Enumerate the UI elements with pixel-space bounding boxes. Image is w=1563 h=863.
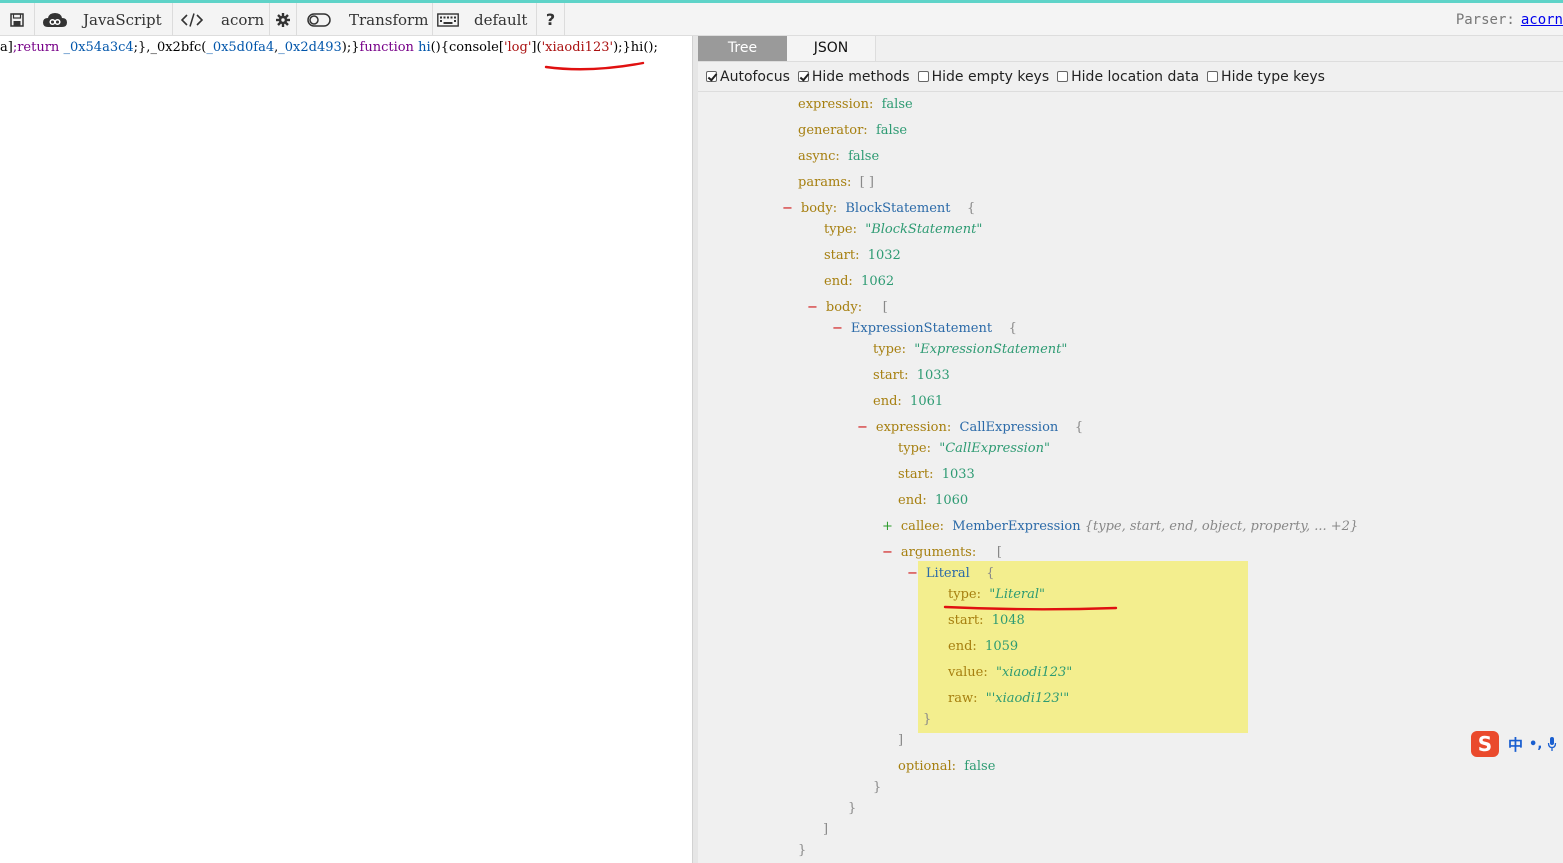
tree-row-literal-start: start: 1048 [948, 613, 1025, 628]
code-token: hi [418, 40, 431, 55]
collapse-toggle[interactable]: − [857, 420, 868, 435]
ime-toolbar[interactable]: S 中 •, [1471, 729, 1563, 759]
help-icon: ? [545, 10, 556, 29]
parser-link[interactable]: acorn [1521, 12, 1563, 28]
code-token: ]( [531, 40, 542, 55]
parser-settings-button[interactable] [270, 3, 297, 36]
save-button[interactable] [0, 3, 35, 36]
code-token: );} [341, 40, 360, 55]
tree-row-expression: expression: false [798, 97, 913, 112]
tree-close-literal: } [923, 712, 932, 727]
ime-punctuation[interactable]: •, [1529, 737, 1542, 752]
keymap-label: default [474, 10, 528, 29]
red-underline-annotation [943, 605, 1118, 611]
tree-row-generator: generator: false [798, 123, 908, 138]
microphone-icon[interactable] [1547, 736, 1557, 752]
tree-row-stmt-type: type: "ExpressionStatement" [873, 342, 1068, 357]
collapse-toggle[interactable]: − [882, 545, 893, 560]
red-underline-annotation [544, 61, 645, 71]
code-token: a] [0, 40, 13, 55]
collapse-toggle[interactable]: − [782, 201, 793, 216]
keymap-select[interactable]: default [433, 3, 537, 36]
tree-close-arguments: ] [898, 733, 904, 748]
tree-row-call-type: type: "CallExpression" [898, 441, 1050, 456]
tree-row-expression-statement[interactable]: − ExpressionStatement { [832, 320, 1017, 338]
collapse-toggle[interactable]: − [907, 566, 918, 581]
tree-row-body-array[interactable]: − body: [ [807, 299, 888, 317]
transform-label: Transform [349, 10, 429, 29]
help-button[interactable]: ? [537, 3, 565, 36]
code-token: 'xiaodi123' [541, 40, 614, 55]
code-token: ;return [12, 40, 64, 55]
parser-select[interactable]: acorn [173, 3, 270, 36]
tree-close-call: } [873, 780, 882, 795]
tree-row-call-expression[interactable]: − expression: CallExpression { [857, 419, 1083, 437]
tree-row-block-start: start: 1032 [824, 248, 901, 263]
code-token: 'log' [503, 40, 532, 55]
toolbar: JavaScript acorn Transform default ? Par… [0, 3, 1563, 36]
code-token: (){console[ [430, 40, 504, 55]
tree-row-call-end: end: 1060 [898, 493, 969, 508]
ime-language[interactable]: 中 [1508, 734, 1523, 755]
tree-row-callee[interactable]: + callee: MemberExpression {type, start, … [882, 518, 1358, 536]
code-token: _0x54a3c4 [63, 40, 134, 55]
parser-name: acorn [221, 10, 265, 29]
tree-row-async: async: false [798, 149, 880, 164]
code-token: ;}, [133, 40, 151, 55]
code-editor[interactable]: a];return _0x54a3c4;},_0x2bfc(_0x5d0fa4,… [0, 36, 692, 863]
code-icon [181, 12, 203, 27]
code-line[interactable]: a];return _0x54a3c4;},_0x2bfc(_0x5d0fa4,… [0, 40, 658, 55]
tree-row-stmt-end: end: 1061 [873, 394, 944, 409]
tree-row-literal[interactable]: − Literal { [907, 565, 995, 583]
tree-close-block: } [798, 843, 807, 858]
tree-row-stmt-start: start: 1033 [873, 368, 950, 383]
code-token: _0x2bfc( [150, 40, 207, 55]
code-token: _0x5d0fa4 [206, 40, 275, 55]
collapse-toggle[interactable]: − [832, 321, 843, 336]
tree-row-call-start: start: 1033 [898, 467, 975, 482]
tree-row-params: params: [ ] [798, 175, 874, 190]
gear-icon [276, 12, 290, 27]
ast-tree: expression: false generator: false async… [698, 36, 1563, 863]
tree-row-literal-raw: raw: "'xiaodi123'" [948, 691, 1070, 706]
keyboard-icon [437, 12, 459, 27]
tree-row-body[interactable]: − body: BlockStatement { [782, 200, 975, 218]
cloud-icon [43, 12, 67, 27]
collapse-toggle[interactable]: − [807, 300, 818, 315]
tree-close-statement: } [848, 801, 857, 816]
tree-row-optional: optional: false [898, 759, 996, 774]
expand-toggle[interactable]: + [882, 519, 893, 534]
toggle-icon [307, 12, 331, 27]
language-label: JavaScript [83, 10, 162, 29]
code-token: );}hi(); [613, 40, 658, 55]
sogou-logo-icon: S [1471, 731, 1499, 757]
tree-row-arguments[interactable]: − arguments: [ [882, 544, 1002, 562]
tree-close-body-array: ] [823, 822, 829, 837]
code-token: _0x2d493 [278, 40, 342, 55]
tree-row-block-end: end: 1062 [824, 274, 895, 289]
code-token: function [359, 40, 419, 55]
language-select[interactable]: JavaScript [35, 3, 173, 36]
output-panel: Tree JSON Autofocus Hide methods Hide em… [698, 36, 1563, 863]
parser-prefix: Parser: [1455, 11, 1515, 28]
tree-row-block-type: type: "BlockStatement" [824, 222, 983, 237]
transform-button[interactable]: Transform [297, 3, 433, 36]
parser-info: Parser: acorn [1456, 3, 1563, 36]
save-icon [10, 12, 24, 27]
tree-row-literal-end: end: 1059 [948, 639, 1019, 654]
tree-row-literal-value: value: "xiaodi123" [948, 665, 1073, 680]
